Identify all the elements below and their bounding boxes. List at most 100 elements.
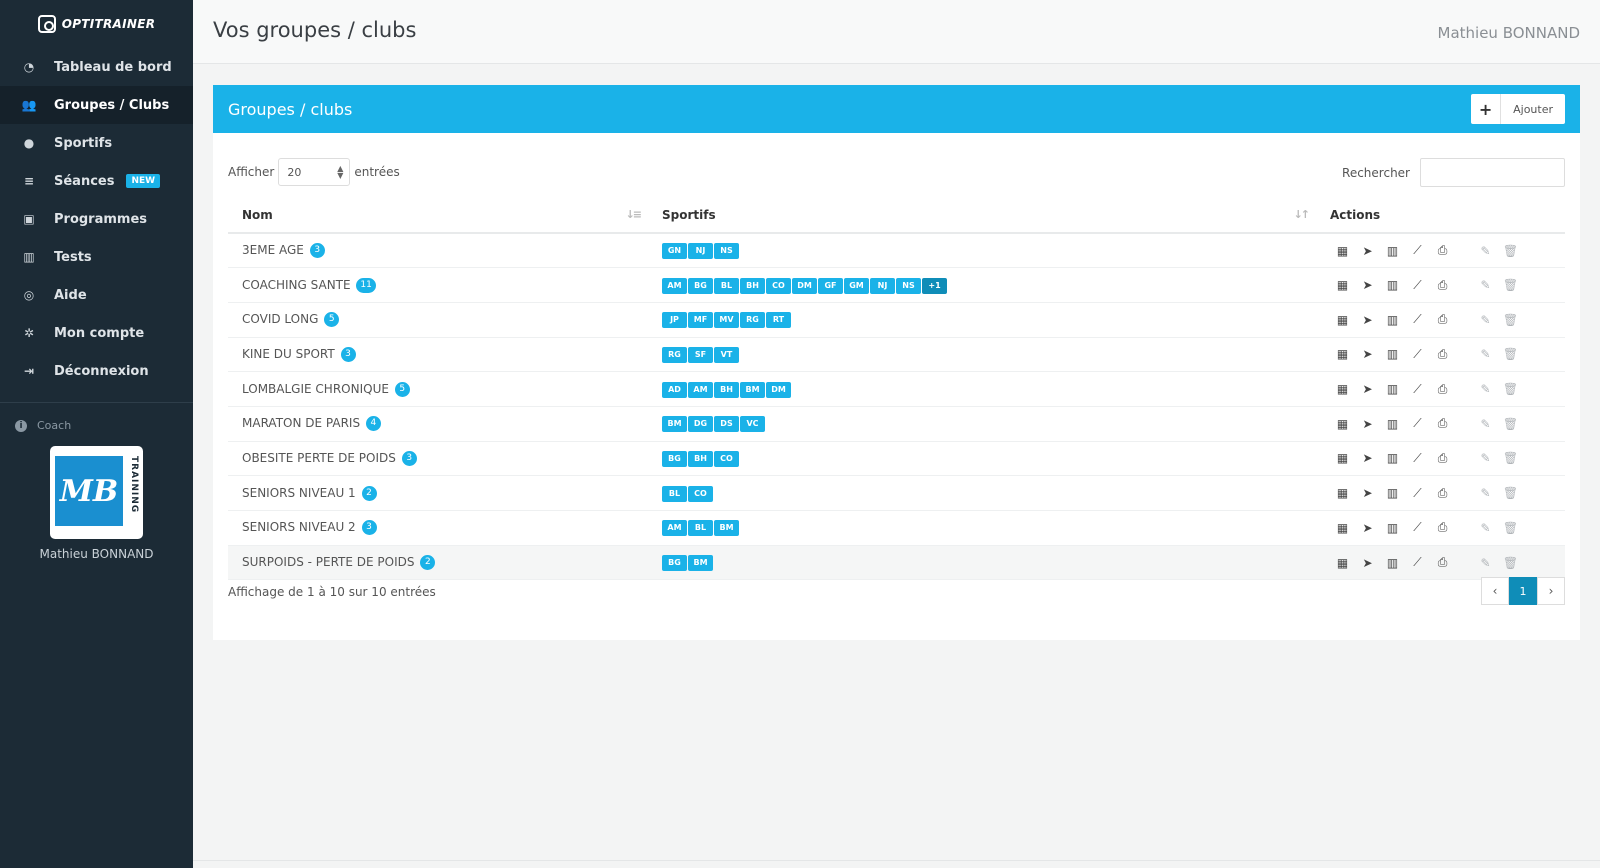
calendar-icon[interactable]: ▦	[1330, 520, 1355, 536]
line-chart-icon[interactable]: ⟋	[1405, 243, 1430, 259]
line-chart-icon[interactable]: ⟋	[1405, 312, 1430, 328]
prev-page-button[interactable]: ‹	[1481, 577, 1509, 605]
edit-icon[interactable]: ✎	[1473, 450, 1498, 466]
more-athletes-tag[interactable]: +1	[922, 277, 947, 294]
send-icon[interactable]: ➤	[1355, 277, 1380, 293]
sidebar-item-tableau-de-bord[interactable]: ◔ Tableau de bord	[0, 48, 193, 86]
athlete-tag[interactable]: RG	[740, 312, 765, 329]
trash-icon[interactable]: 🗑	[1498, 450, 1523, 466]
athlete-tag[interactable]: BL	[662, 485, 687, 502]
calendar-icon[interactable]: ▦	[1330, 485, 1355, 501]
trash-icon[interactable]: 🗑	[1498, 485, 1523, 501]
line-chart-icon[interactable]: ⟋	[1405, 381, 1430, 397]
add-group-button[interactable]: + Ajouter	[1471, 94, 1565, 124]
send-icon[interactable]: ➤	[1355, 312, 1380, 328]
athlete-tag[interactable]: DS	[714, 416, 739, 433]
sidebar-item-programmes[interactable]: ▣ Programmes	[0, 200, 193, 238]
page-size-select[interactable]: 20 ▲ ▼	[278, 158, 351, 186]
group-name[interactable]: SENIORS NIVEAU 2	[242, 520, 356, 534]
group-name[interactable]: SENIORS NIVEAU 1	[242, 486, 356, 500]
trash-icon[interactable]: 🗑	[1498, 381, 1523, 397]
line-chart-icon[interactable]: ⟋	[1405, 450, 1430, 466]
print-icon[interactable]: ⎙	[1430, 416, 1455, 432]
edit-icon[interactable]: ✎	[1473, 555, 1498, 571]
column-header-nom[interactable]: Nom ↓≡	[228, 197, 648, 234]
print-icon[interactable]: ⎙	[1430, 312, 1455, 328]
athlete-tag[interactable]: CO	[688, 485, 713, 502]
bar-chart-icon[interactable]: ▥	[1380, 277, 1405, 293]
send-icon[interactable]: ➤	[1355, 450, 1380, 466]
athlete-tag[interactable]: BG	[662, 450, 687, 467]
athlete-tag[interactable]: NS	[714, 243, 739, 260]
athlete-tag[interactable]: JP	[662, 312, 687, 329]
print-icon[interactable]: ⎙	[1430, 450, 1455, 466]
athlete-tag[interactable]: DM	[766, 381, 791, 398]
next-page-button[interactable]: ›	[1537, 577, 1565, 605]
table-row[interactable]: 3EME AGE 3 GN NJ NS ▦ ➤ ▥ ⟋ ⎙ ✎ 🗑	[228, 233, 1565, 269]
trash-icon[interactable]: 🗑	[1498, 520, 1523, 536]
line-chart-icon[interactable]: ⟋	[1405, 520, 1430, 536]
bar-chart-icon[interactable]: ▥	[1380, 450, 1405, 466]
athlete-tag[interactable]: BL	[714, 277, 739, 294]
athlete-tag[interactable]: BG	[688, 277, 713, 294]
athlete-tag[interactable]: DM	[792, 277, 817, 294]
line-chart-icon[interactable]: ⟋	[1405, 485, 1430, 501]
sidebar-item-d-connexion[interactable]: ⇥ Déconnexion	[0, 352, 193, 390]
edit-icon[interactable]: ✎	[1473, 520, 1498, 536]
athlete-tag[interactable]: BG	[662, 555, 687, 572]
table-row[interactable]: SURPOIDS - PERTE DE POIDS 2 BG BM ▦ ➤ ▥ ⟋ ⎙ ✎ 🗑	[228, 545, 1565, 581]
athlete-tag[interactable]: BM	[740, 381, 765, 398]
line-chart-icon[interactable]: ⟋	[1405, 416, 1430, 432]
athlete-tag[interactable]: BH	[688, 450, 713, 467]
calendar-icon[interactable]: ▦	[1330, 416, 1355, 432]
edit-icon[interactable]: ✎	[1473, 312, 1498, 328]
athlete-tag[interactable]: NJ	[870, 277, 895, 294]
line-chart-icon[interactable]: ⟋	[1405, 346, 1430, 362]
table-row[interactable]: KINE DU SPORT 3 RG SF VT ▦ ➤ ▥ ⟋ ⎙ ✎ 🗑	[228, 337, 1565, 373]
send-icon[interactable]: ➤	[1355, 243, 1380, 259]
bar-chart-icon[interactable]: ▥	[1380, 416, 1405, 432]
edit-icon[interactable]: ✎	[1473, 416, 1498, 432]
athlete-tag[interactable]: BM	[714, 520, 739, 537]
athlete-tag[interactable]: AM	[662, 277, 687, 294]
edit-icon[interactable]: ✎	[1473, 243, 1498, 259]
calendar-icon[interactable]: ▦	[1330, 555, 1355, 571]
sidebar-item-aide[interactable]: ◎ Aide	[0, 276, 193, 314]
sidebar-item-sportifs[interactable]: ● Sportifs	[0, 124, 193, 162]
athlete-tag[interactable]: AM	[662, 520, 687, 537]
athlete-tag[interactable]: CO	[714, 450, 739, 467]
print-icon[interactable]: ⎙	[1430, 381, 1455, 397]
print-icon[interactable]: ⎙	[1430, 346, 1455, 362]
calendar-icon[interactable]: ▦	[1330, 381, 1355, 397]
print-icon[interactable]: ⎙	[1430, 555, 1455, 571]
athlete-tag[interactable]: BM	[688, 555, 713, 572]
brand-logo[interactable]: OPTITRAINER	[0, 0, 193, 48]
line-chart-icon[interactable]: ⟋	[1405, 555, 1430, 571]
calendar-icon[interactable]: ▦	[1330, 346, 1355, 362]
group-name[interactable]: 3EME AGE	[242, 243, 304, 257]
bar-chart-icon[interactable]: ▥	[1380, 555, 1405, 571]
edit-icon[interactable]: ✎	[1473, 485, 1498, 501]
group-name[interactable]: KINE DU SPORT	[242, 347, 335, 361]
table-row[interactable]: COACHING SANTE 11 AM BG BL BH CO DM GF GM NJ NS +1 ▦…	[228, 267, 1565, 303]
trash-icon[interactable]: 🗑	[1498, 277, 1523, 293]
trash-icon[interactable]: 🗑	[1498, 555, 1523, 571]
edit-icon[interactable]: ✎	[1473, 346, 1498, 362]
athlete-tag[interactable]: VT	[714, 346, 739, 363]
athlete-tag[interactable]: NJ	[688, 243, 713, 260]
search-input[interactable]	[1420, 158, 1565, 187]
athlete-tag[interactable]: RG	[662, 346, 687, 363]
bar-chart-icon[interactable]: ▥	[1380, 243, 1405, 259]
sidebar-item-mon-compte[interactable]: ✲ Mon compte	[0, 314, 193, 352]
table-row[interactable]: OBESITE PERTE DE POIDS 3 BG BH CO ▦ ➤ ▥ ⟋ ⎙ ✎ 🗑	[228, 441, 1565, 477]
bar-chart-icon[interactable]: ▥	[1380, 346, 1405, 362]
athlete-tag[interactable]: GN	[662, 243, 687, 260]
athlete-tag[interactable]: DG	[688, 416, 713, 433]
edit-icon[interactable]: ✎	[1473, 277, 1498, 293]
athlete-tag[interactable]: VC	[740, 416, 765, 433]
athlete-tag[interactable]: BH	[714, 381, 739, 398]
group-name[interactable]: COACHING SANTE	[242, 278, 351, 292]
group-name[interactable]: SURPOIDS - PERTE DE POIDS	[242, 555, 415, 569]
line-chart-icon[interactable]: ⟋	[1405, 277, 1430, 293]
athlete-tag[interactable]: AD	[662, 381, 687, 398]
